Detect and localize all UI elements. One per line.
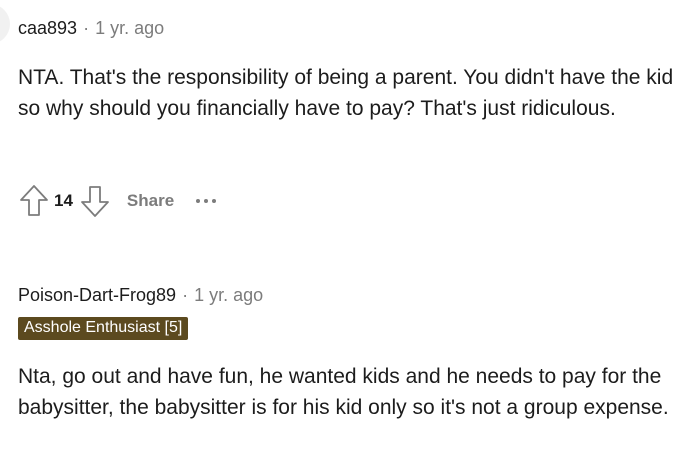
comment-body: NTA. That's the responsibility of being … (18, 66, 674, 120)
more-horizontal-icon (196, 199, 201, 203)
meta-separator: · (83, 18, 90, 38)
vote-score: 14 (54, 191, 73, 210)
comment-body: Nta, go out and have fun, he wanted kids… (18, 365, 669, 419)
comment-meta: caa893 · 1 yr. ago (18, 18, 164, 39)
more-options-button[interactable] (196, 191, 217, 211)
share-button[interactable]: Share (127, 191, 174, 211)
avatar[interactable] (0, 4, 10, 44)
meta-separator: · (182, 285, 189, 305)
comment-timestamp[interactable]: 1 yr. ago (194, 285, 263, 306)
comment-actions: 14 Share (18, 181, 217, 221)
comment-timestamp[interactable]: 1 yr. ago (95, 18, 164, 39)
downvote-button[interactable] (79, 181, 111, 221)
arrow-up-outline-icon (20, 185, 48, 216)
arrow-down-outline-icon (81, 186, 109, 217)
comment-author[interactable]: Poison-Dart-Frog89 (18, 285, 176, 306)
comment-author[interactable]: caa893 (18, 18, 77, 39)
user-flair: Asshole Enthusiast [5] (18, 317, 189, 340)
comment-meta: Poison-Dart-Frog89 · 1 yr. ago (18, 285, 263, 306)
upvote-button[interactable] (18, 181, 50, 221)
